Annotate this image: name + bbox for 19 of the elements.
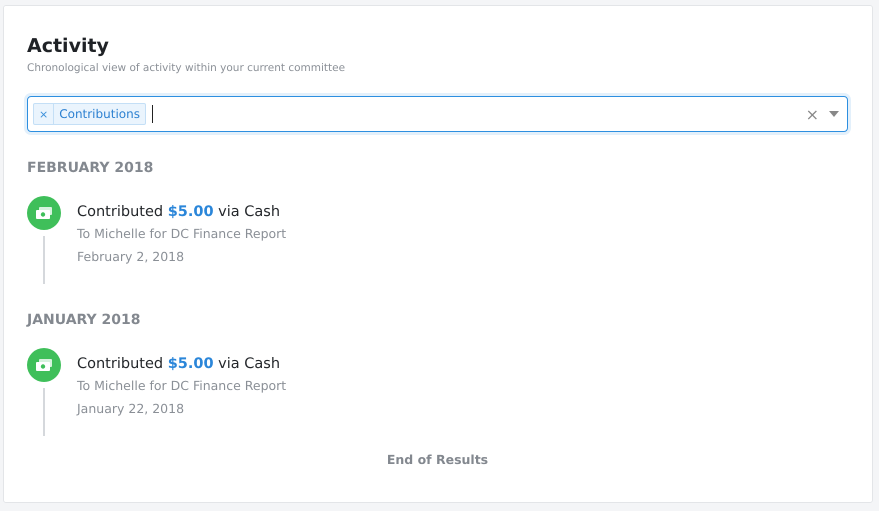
filter-select[interactable]: × Contributions × [27, 96, 848, 132]
dropdown-icon[interactable] [829, 111, 839, 117]
cash-icon [27, 348, 61, 382]
end-of-results: End of Results [386, 452, 490, 467]
tag-label: Contributions [58, 107, 141, 121]
activity-summary: Contributed $5.00 via Cash [77, 204, 282, 220]
cash-icon [27, 196, 61, 230]
activity-detail: To Michelle for DC Finance Report [77, 226, 286, 241]
activity-date: January 22, 2018 [77, 401, 186, 416]
clear-button[interactable]: × [806, 104, 819, 124]
activity-detail: To Michelle for DC Finance Report [77, 378, 286, 393]
page-title: Activity [27, 34, 110, 58]
activity-date: February 2, 2018 [77, 249, 186, 264]
activity-summary: Contributed $5.00 via Cash [77, 356, 282, 372]
page-subtitle: Chronological view of activity within your current committee [27, 62, 346, 74]
month-heading: FEBRUARY 2018 [27, 160, 154, 176]
month-heading: JANUARY 2018 [27, 312, 142, 328]
remove-tag-button[interactable]: × [34, 104, 54, 124]
text-cursor [152, 105, 153, 123]
